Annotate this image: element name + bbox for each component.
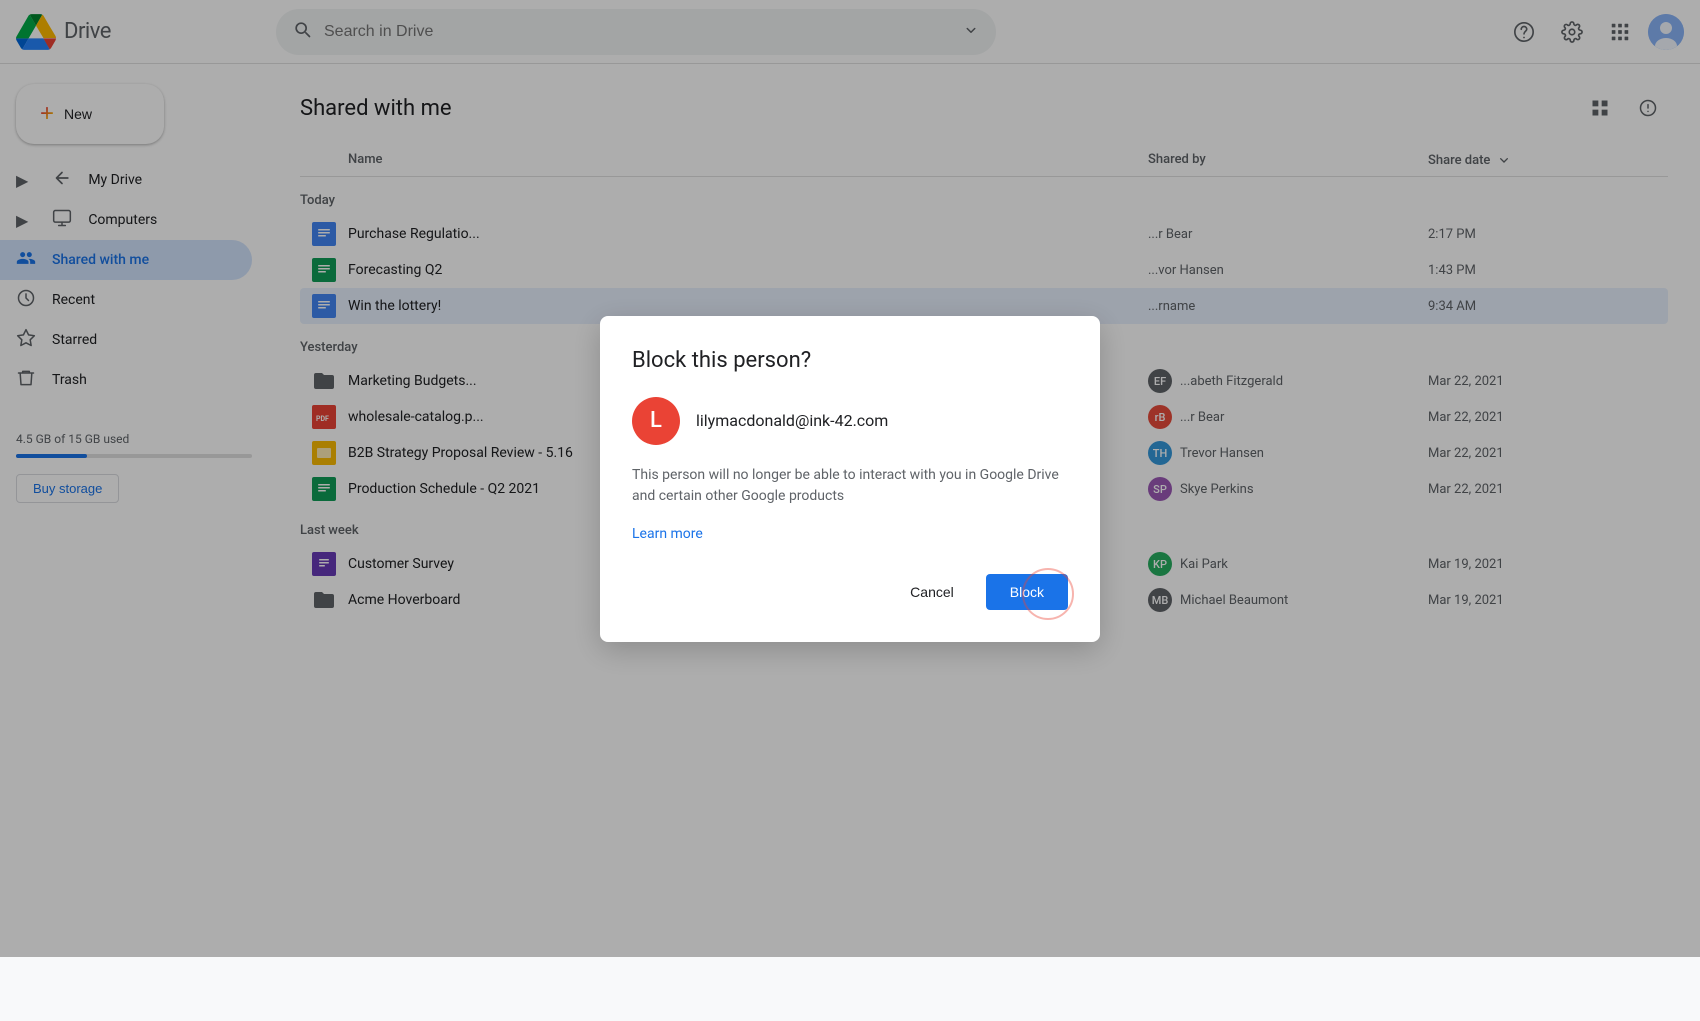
- dialog-actions: Cancel Block: [632, 574, 1068, 610]
- block-person-dialog: Block this person? L lilymacdonald@ink-4…: [600, 316, 1100, 642]
- learn-more-link[interactable]: Learn more: [632, 526, 703, 542]
- dialog-person-info: L lilymacdonald@ink-42.com: [632, 397, 1068, 445]
- dialog-overlay[interactable]: Block this person? L lilymacdonald@ink-4…: [0, 0, 1700, 957]
- dialog-title: Block this person?: [632, 348, 1068, 373]
- person-avatar: L: [632, 397, 680, 445]
- cancel-button[interactable]: Cancel: [886, 574, 978, 610]
- person-email: lilymacdonald@ink-42.com: [696, 411, 888, 430]
- block-button[interactable]: Block: [986, 574, 1068, 610]
- dialog-body-text: This person will no longer be able to in…: [632, 465, 1068, 507]
